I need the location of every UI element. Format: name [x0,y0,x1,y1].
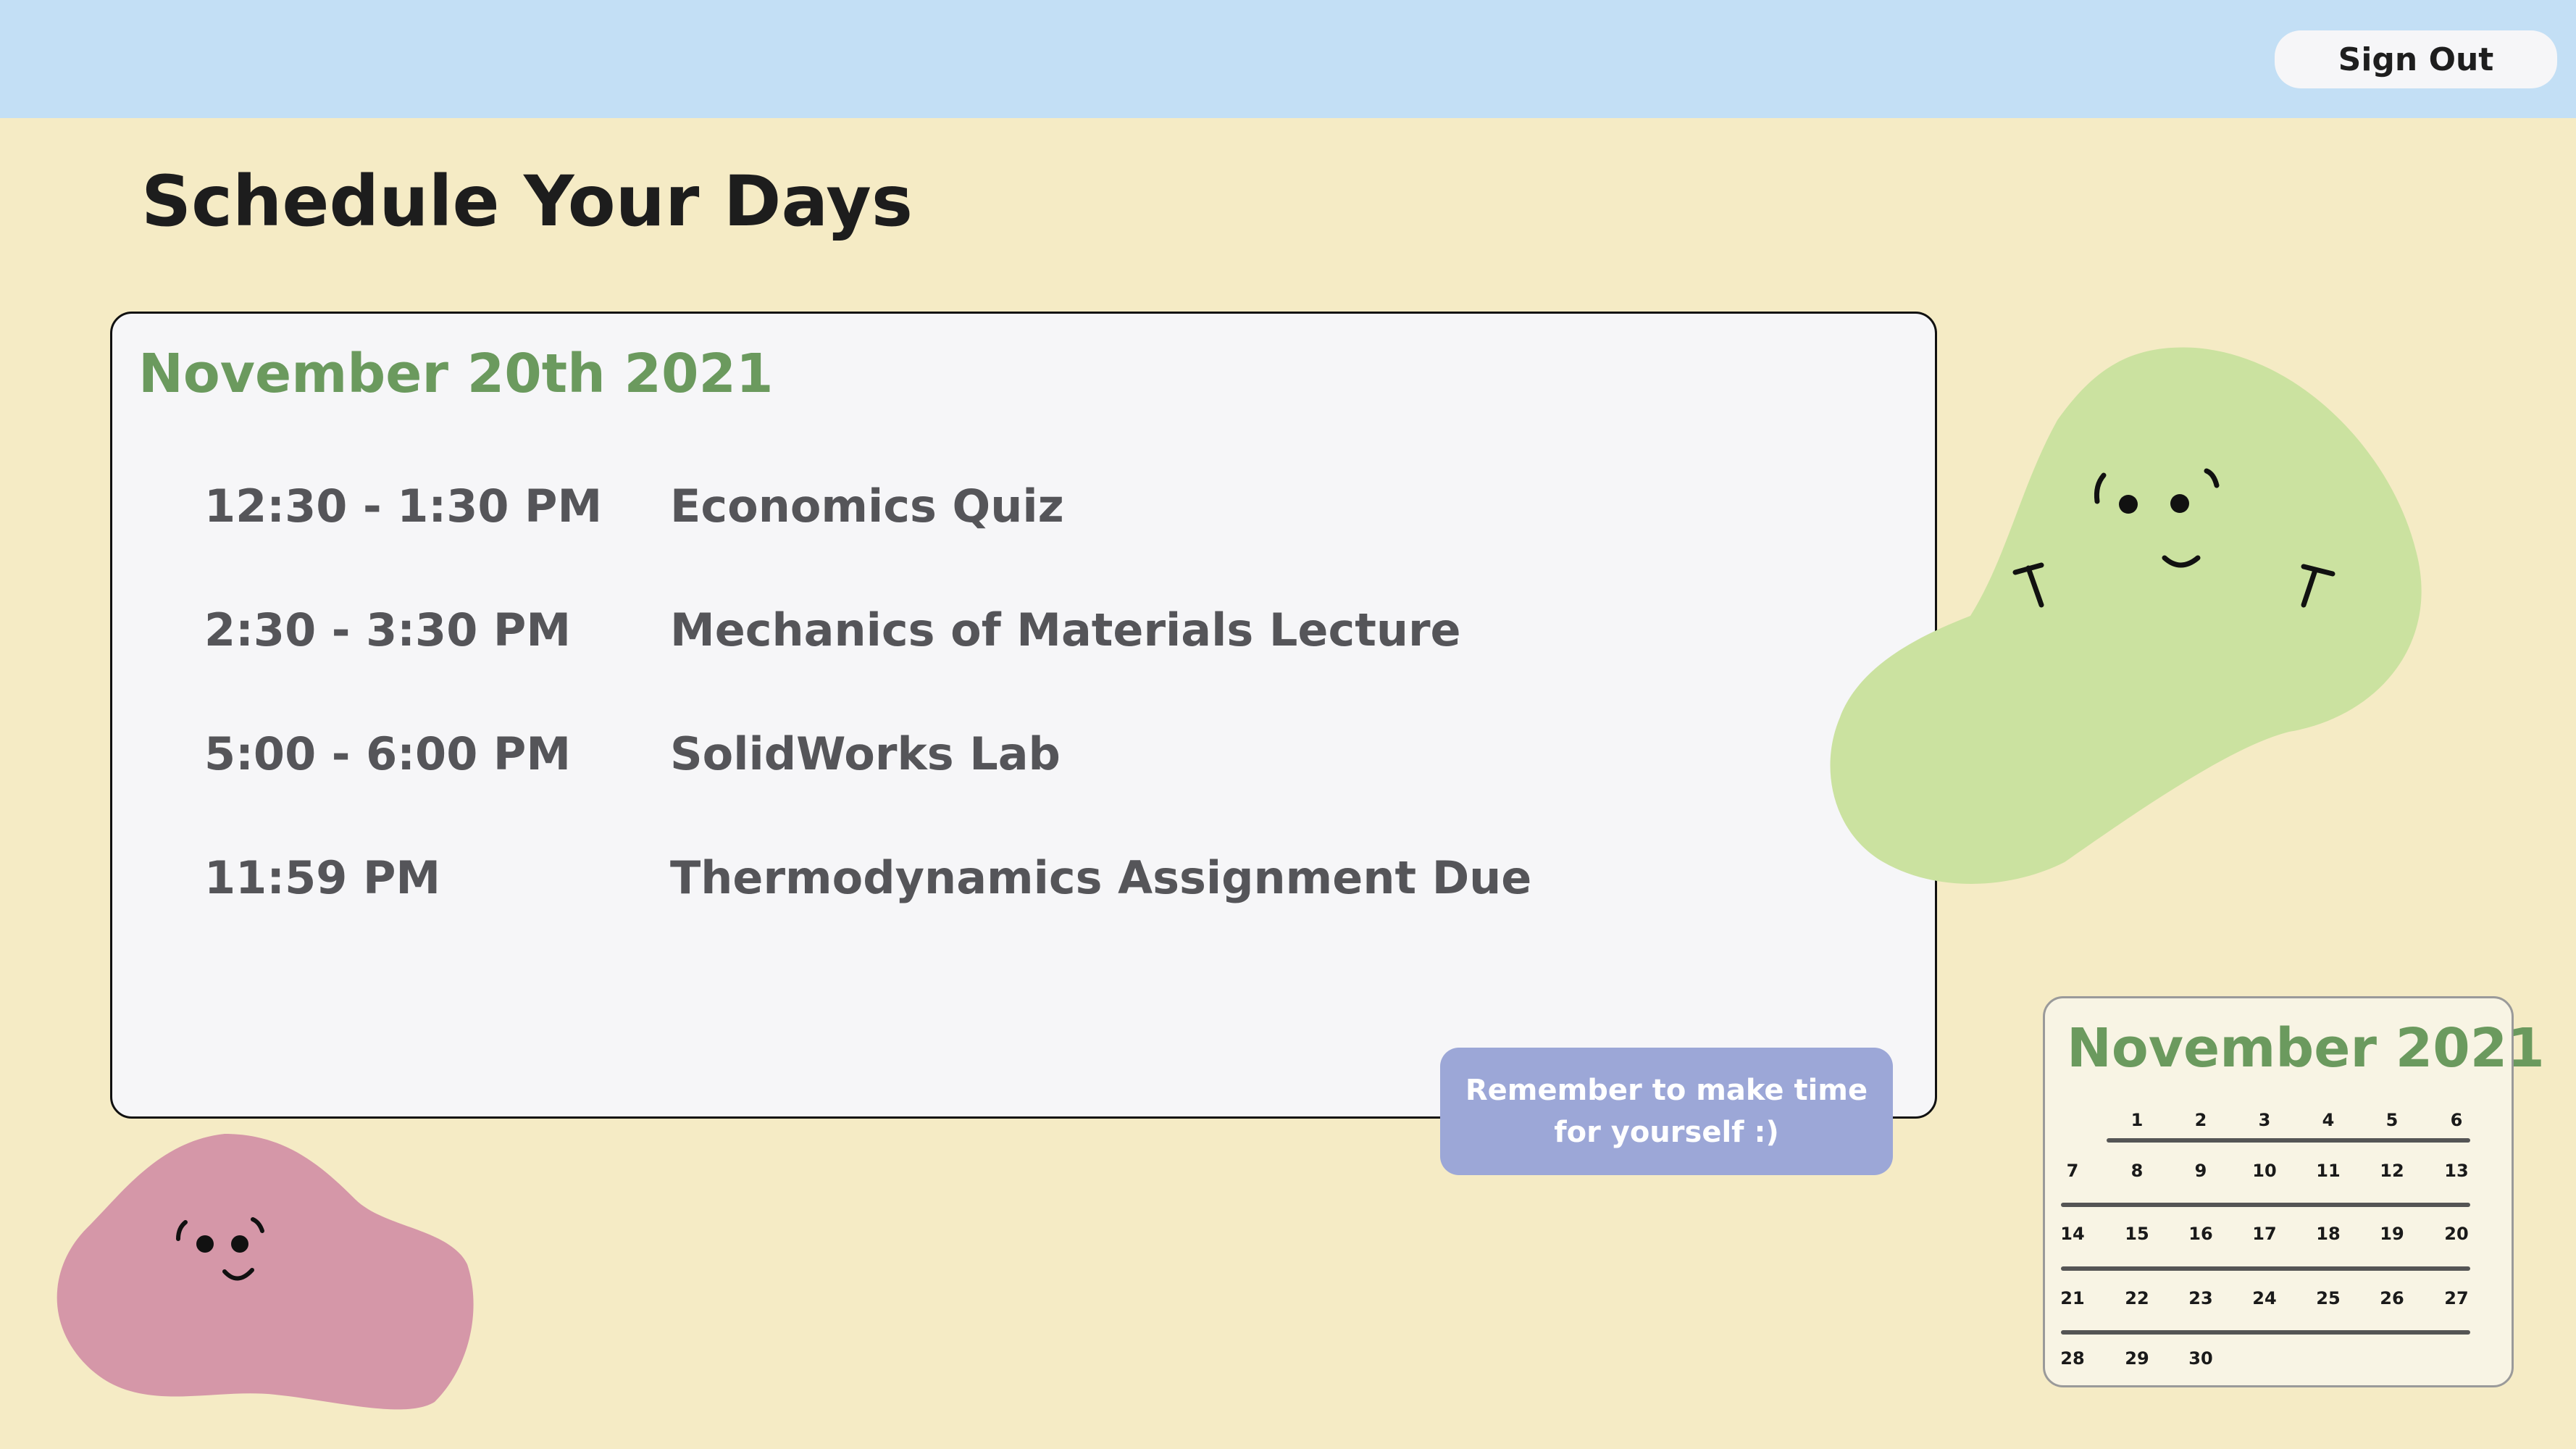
calendar-day[interactable]: 14 [2047,1216,2098,1252]
calendar-week-divider [2061,1203,2470,1207]
calendar-day-number: 8 [2130,1161,2144,1181]
event-title: Thermodynamics Assignment Due [670,851,1532,904]
calendar-week-divider [2061,1330,2470,1335]
pink-blob-eye-right [231,1235,248,1253]
calendar-day[interactable]: 21 [2047,1280,2098,1316]
calendar-day-number: 29 [2125,1348,2149,1369]
green-blob-eye-left [2119,495,2138,514]
calendar-day[interactable]: 9 [2175,1153,2226,1189]
event-title: Mechanics of Materials Lecture [670,604,1461,656]
event-time: 2:30 - 3:30 PM [204,604,572,656]
calendar-day-number: 1 [2130,1110,2144,1130]
calendar-day-number: 18 [2316,1224,2341,1244]
calendar-day-number: 14 [2060,1224,2085,1244]
schedule-card: November 20th 2021 12:30 - 1:30 PM Econo… [110,312,1937,1119]
calendar-title: November 2021 [2067,1017,2545,1080]
calendar-day[interactable]: 16 [2175,1216,2226,1252]
calendar-day[interactable]: 2 [2175,1102,2226,1138]
calendar-day[interactable]: 22 [2112,1280,2162,1316]
calendar-day[interactable]: 25 [2303,1280,2354,1316]
calendar-day[interactable]: 30 [2175,1340,2226,1377]
calendar-day[interactable]: 7 [2047,1153,2098,1189]
calendar-day-number: 17 [2252,1224,2277,1244]
calendar-day-number: 9 [2194,1161,2207,1181]
calendar-day[interactable]: 1 [2112,1102,2162,1138]
calendar-day-selected[interactable]: 20 [2431,1216,2482,1252]
calendar-day-number: 22 [2125,1288,2149,1308]
reminder-line-2: for yourself :) [1554,1116,1779,1149]
event-row[interactable]: 11:59 PM Thermodynamics Assignment Due [112,841,1935,914]
calendar-day-number: 28 [2060,1348,2085,1369]
calendar-day[interactable]: 5 [2367,1102,2417,1138]
calendar-day[interactable]: 10 [2239,1153,2290,1189]
event-time: 12:30 - 1:30 PM [204,480,603,533]
calendar-day-number: 5 [2385,1110,2399,1130]
mini-calendar: November 2021 1 2 3 4 5 6 7 8 9 10 11 12 13 14 15 16 17 1… [2043,996,2545,1387]
calendar-day-number: 26 [2380,1288,2404,1308]
calendar-day[interactable]: 24 [2239,1280,2290,1316]
calendar-day-number: 7 [2066,1161,2079,1181]
reminder-line-1: Remember to make time [1465,1074,1868,1107]
calendar-day[interactable]: 28 [2047,1340,2098,1377]
event-title: Economics Quiz [670,480,1064,533]
calendar-day-number: 24 [2252,1288,2277,1308]
calendar-day[interactable]: 4 [2303,1102,2354,1138]
calendar-day[interactable]: 15 [2112,1216,2162,1252]
pink-blob-character [57,1134,474,1410]
calendar-day-number: 3 [2258,1110,2271,1130]
green-blob-character [1830,347,2422,884]
calendar-day-number: 2 [2194,1110,2207,1130]
sign-out-button[interactable]: Sign Out [2275,30,2557,88]
schedule-date: November 20th 2021 [138,343,774,405]
event-time: 11:59 PM [204,851,441,904]
calendar-day[interactable]: 12 [2367,1153,2417,1189]
calendar-day[interactable]: 8 [2112,1153,2162,1189]
pink-blob-body [57,1134,474,1410]
top-bar: Sign Out [0,0,2576,118]
event-row[interactable]: 5:00 - 6:00 PM SolidWorks Lab [112,717,1935,790]
calendar-day[interactable]: 11 [2303,1153,2354,1189]
calendar-day-number: 25 [2316,1288,2341,1308]
calendar-day-number: 15 [2125,1224,2149,1244]
calendar-day-number: 13 [2444,1161,2469,1181]
calendar-day-number: 21 [2060,1288,2085,1308]
calendar-day[interactable]: 6 [2431,1102,2482,1138]
reminder-note: Remember to make time for yourself :) [1440,1048,1893,1175]
green-blob-body [1830,347,2422,884]
calendar-day[interactable]: 23 [2175,1280,2226,1316]
calendar-day[interactable]: 3 [2239,1102,2290,1138]
event-row[interactable]: 12:30 - 1:30 PM Economics Quiz [112,469,1935,542]
calendar-day[interactable]: 19 [2367,1216,2417,1252]
calendar-day-number: 30 [2188,1348,2213,1369]
pink-blob-eye-left [196,1235,214,1253]
calendar-day-number: 12 [2380,1161,2404,1181]
green-blob-eye-right [2170,494,2189,513]
calendar-day[interactable]: 27 [2431,1280,2482,1316]
event-time: 5:00 - 6:00 PM [204,727,572,780]
calendar-day-number: 19 [2380,1224,2404,1244]
calendar-day-number: 23 [2188,1288,2213,1308]
page-title: Schedule Your Days [141,161,913,242]
calendar-day-number: 4 [2322,1110,2335,1130]
calendar-day-number: 27 [2444,1288,2469,1308]
calendar-day-number: 11 [2316,1161,2341,1181]
calendar-day[interactable]: 26 [2367,1280,2417,1316]
calendar-day[interactable]: 29 [2112,1340,2162,1377]
calendar-day-number: 20 [2444,1224,2469,1244]
calendar-day-number: 10 [2252,1161,2277,1181]
event-row[interactable]: 2:30 - 3:30 PM Mechanics of Materials Le… [112,593,1935,666]
calendar-day-number: 6 [2450,1110,2463,1130]
calendar-week-divider [2107,1138,2470,1143]
calendar-week-divider [2061,1266,2470,1271]
event-title: SolidWorks Lab [670,727,1061,780]
calendar-day-number: 16 [2188,1224,2213,1244]
calendar-day[interactable]: 17 [2239,1216,2290,1252]
calendar-day[interactable]: 13 [2431,1153,2482,1189]
calendar-day[interactable]: 18 [2303,1216,2354,1252]
